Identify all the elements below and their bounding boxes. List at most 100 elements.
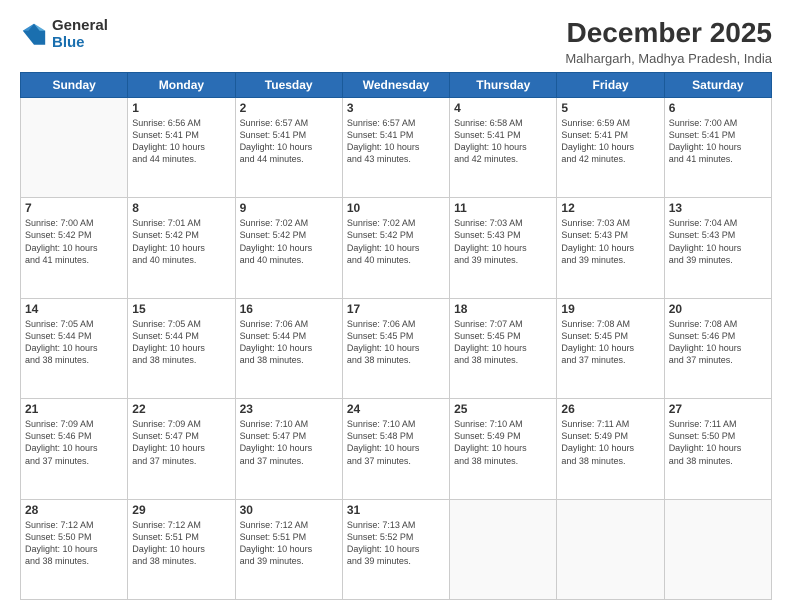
- day-number: 23: [240, 402, 338, 416]
- col-monday: Monday: [128, 72, 235, 97]
- day-number: 17: [347, 302, 445, 316]
- calendar-cell: 1Sunrise: 6:56 AM Sunset: 5:41 PM Daylig…: [128, 97, 235, 197]
- calendar-cell: [450, 499, 557, 599]
- day-number: 24: [347, 402, 445, 416]
- calendar-cell: 6 Sunrise: 7:00 AM Sunset: 5:41 PM Daylig…: [664, 97, 771, 197]
- month-title: December 2025: [565, 18, 772, 49]
- cell-content: Sunrise: 7:11 AM Sunset: 5:50 PM Dayligh…: [669, 418, 767, 467]
- calendar-cell: 26 Sunrise: 7:11 AM Sunset: 5:49 PM Dayli…: [557, 399, 664, 499]
- day-number: 4: [454, 101, 552, 115]
- calendar-cell: 13Sunrise: 7:04 AM Sunset: 5:43 PM Dayli…: [664, 198, 771, 298]
- cell-content: Sunrise: 7:03 AM Sunset: 5:43 PM Dayligh…: [561, 217, 659, 266]
- col-wednesday: Wednesday: [342, 72, 449, 97]
- day-number: 15: [132, 302, 230, 316]
- header: General Blue December 2025 Malhargarh, M…: [20, 18, 772, 66]
- day-number: 18: [454, 302, 552, 316]
- cell-content: Sunrise: 7:00 AM Sunset: 5:41 PM Dayligh…: [669, 117, 767, 166]
- day-number: 6: [669, 101, 767, 115]
- calendar-cell: 25 Sunrise: 7:10 AM Sunset: 5:49 PM Dayli…: [450, 399, 557, 499]
- day-number: 1: [132, 101, 230, 115]
- calendar-cell: 27 Sunrise: 7:11 AM Sunset: 5:50 PM Dayli…: [664, 399, 771, 499]
- col-thursday: Thursday: [450, 72, 557, 97]
- cell-content: Sunrise: 7:06 AM Sunset: 5:44 PM Dayligh…: [240, 318, 338, 367]
- calendar-cell: 16Sunrise: 7:06 AM Sunset: 5:44 PM Dayli…: [235, 298, 342, 398]
- calendar-cell: [21, 97, 128, 197]
- day-number: 12: [561, 201, 659, 215]
- cell-content: Sunrise: 7:09 AM Sunset: 5:47 PM Dayligh…: [132, 418, 230, 467]
- cell-content: Sunrise: 7:10 AM Sunset: 5:47 PM Dayligh…: [240, 418, 338, 467]
- title-block: December 2025 Malhargarh, Madhya Pradesh…: [565, 18, 772, 66]
- cell-content: Sunrise: 7:12 AM Sunset: 5:51 PM Dayligh…: [240, 519, 338, 568]
- cell-content: Sunrise: 7:10 AM Sunset: 5:48 PM Dayligh…: [347, 418, 445, 467]
- cell-content: Sunrise: 7:07 AM Sunset: 5:45 PM Dayligh…: [454, 318, 552, 367]
- calendar-cell: 30 Sunrise: 7:12 AM Sunset: 5:51 PM Dayli…: [235, 499, 342, 599]
- day-number: 22: [132, 402, 230, 416]
- cell-content: Sunrise: 7:02 AM Sunset: 5:42 PM Dayligh…: [240, 217, 338, 266]
- day-number: 29: [132, 503, 230, 517]
- calendar-cell: 29 Sunrise: 7:12 AM Sunset: 5:51 PM Dayli…: [128, 499, 235, 599]
- cell-content: Sunrise: 7:03 AM Sunset: 5:43 PM Dayligh…: [454, 217, 552, 266]
- calendar-cell: [557, 499, 664, 599]
- calendar-cell: 15 Sunrise: 7:05 AM Sunset: 5:44 PM Dayli…: [128, 298, 235, 398]
- day-number: 11: [454, 201, 552, 215]
- calendar-cell: 2 Sunrise: 6:57 AM Sunset: 5:41 PM Daylig…: [235, 97, 342, 197]
- logo-text: General Blue: [52, 18, 108, 51]
- calendar-cell: 23 Sunrise: 7:10 AM Sunset: 5:47 PM Dayli…: [235, 399, 342, 499]
- logo-icon: [20, 21, 48, 49]
- calendar-week-2: 7 Sunrise: 7:00 AM Sunset: 5:42 PM Daylig…: [21, 198, 772, 298]
- day-number: 2: [240, 101, 338, 115]
- cell-content: Sunrise: 7:06 AM Sunset: 5:45 PM Dayligh…: [347, 318, 445, 367]
- calendar-cell: 24 Sunrise: 7:10 AM Sunset: 5:48 PM Dayli…: [342, 399, 449, 499]
- day-number: 26: [561, 402, 659, 416]
- location: Malhargarh, Madhya Pradesh, India: [565, 51, 772, 66]
- page: General Blue December 2025 Malhargarh, M…: [0, 0, 792, 612]
- calendar-cell: 20 Sunrise: 7:08 AM Sunset: 5:46 PM Dayli…: [664, 298, 771, 398]
- calendar-cell: 7 Sunrise: 7:00 AM Sunset: 5:42 PM Daylig…: [21, 198, 128, 298]
- calendar-cell: 5 Sunrise: 6:59 AM Sunset: 5:41 PM Daylig…: [557, 97, 664, 197]
- day-number: 20: [669, 302, 767, 316]
- calendar-cell: [664, 499, 771, 599]
- calendar-week-5: 28Sunrise: 7:12 AM Sunset: 5:50 PM Dayli…: [21, 499, 772, 599]
- calendar-cell: 21Sunrise: 7:09 AM Sunset: 5:46 PM Dayli…: [21, 399, 128, 499]
- calendar-cell: 31Sunrise: 7:13 AM Sunset: 5:52 PM Dayli…: [342, 499, 449, 599]
- calendar-cell: 12 Sunrise: 7:03 AM Sunset: 5:43 PM Dayli…: [557, 198, 664, 298]
- calendar-cell: 14Sunrise: 7:05 AM Sunset: 5:44 PM Dayli…: [21, 298, 128, 398]
- calendar-cell: 19 Sunrise: 7:08 AM Sunset: 5:45 PM Dayli…: [557, 298, 664, 398]
- cell-content: Sunrise: 7:08 AM Sunset: 5:46 PM Dayligh…: [669, 318, 767, 367]
- calendar-cell: 3Sunrise: 6:57 AM Sunset: 5:41 PM Daylig…: [342, 97, 449, 197]
- cell-content: Sunrise: 7:01 AM Sunset: 5:42 PM Dayligh…: [132, 217, 230, 266]
- day-number: 9: [240, 201, 338, 215]
- cell-content: Sunrise: 7:09 AM Sunset: 5:46 PM Dayligh…: [25, 418, 123, 467]
- calendar-cell: 11 Sunrise: 7:03 AM Sunset: 5:43 PM Dayli…: [450, 198, 557, 298]
- calendar-cell: 9 Sunrise: 7:02 AM Sunset: 5:42 PM Daylig…: [235, 198, 342, 298]
- cell-content: Sunrise: 6:59 AM Sunset: 5:41 PM Dayligh…: [561, 117, 659, 166]
- cell-content: Sunrise: 7:10 AM Sunset: 5:49 PM Dayligh…: [454, 418, 552, 467]
- cell-content: Sunrise: 6:57 AM Sunset: 5:41 PM Dayligh…: [240, 117, 338, 166]
- day-number: 8: [132, 201, 230, 215]
- logo: General Blue: [20, 18, 108, 51]
- cell-content: Sunrise: 7:05 AM Sunset: 5:44 PM Dayligh…: [132, 318, 230, 367]
- day-number: 25: [454, 402, 552, 416]
- day-number: 19: [561, 302, 659, 316]
- day-number: 7: [25, 201, 123, 215]
- cell-content: Sunrise: 6:58 AM Sunset: 5:41 PM Dayligh…: [454, 117, 552, 166]
- calendar-cell: 4 Sunrise: 6:58 AM Sunset: 5:41 PM Daylig…: [450, 97, 557, 197]
- day-number: 3: [347, 101, 445, 115]
- col-friday: Friday: [557, 72, 664, 97]
- day-number: 31: [347, 503, 445, 517]
- day-number: 14: [25, 302, 123, 316]
- day-number: 5: [561, 101, 659, 115]
- calendar-cell: 10Sunrise: 7:02 AM Sunset: 5:42 PM Dayli…: [342, 198, 449, 298]
- calendar-week-3: 14 Sunrise: 7:05 AM Sunset: 5:44 PM Dayli…: [21, 298, 772, 398]
- cell-content: Sunrise: 7:11 AM Sunset: 5:49 PM Dayligh…: [561, 418, 659, 467]
- calendar-cell: 18 Sunrise: 7:07 AM Sunset: 5:45 PM Dayli…: [450, 298, 557, 398]
- calendar-cell: 17 Sunrise: 7:06 AM Sunset: 5:45 PM Dayli…: [342, 298, 449, 398]
- cell-content: Sunrise: 7:08 AM Sunset: 5:45 PM Dayligh…: [561, 318, 659, 367]
- day-number: 27: [669, 402, 767, 416]
- calendar-table: Sunday Monday Tuesday Wednesday Thursday…: [20, 72, 772, 600]
- day-number: 30: [240, 503, 338, 517]
- col-saturday: Saturday: [664, 72, 771, 97]
- cell-content: Sunrise: 7:00 AM Sunset: 5:42 PM Dayligh…: [25, 217, 123, 266]
- cell-content: Sunrise: 7:12 AM Sunset: 5:51 PM Dayligh…: [132, 519, 230, 568]
- calendar-week-1: 1Sunrise: 6:56 AM Sunset: 5:41 PM Daylig…: [21, 97, 772, 197]
